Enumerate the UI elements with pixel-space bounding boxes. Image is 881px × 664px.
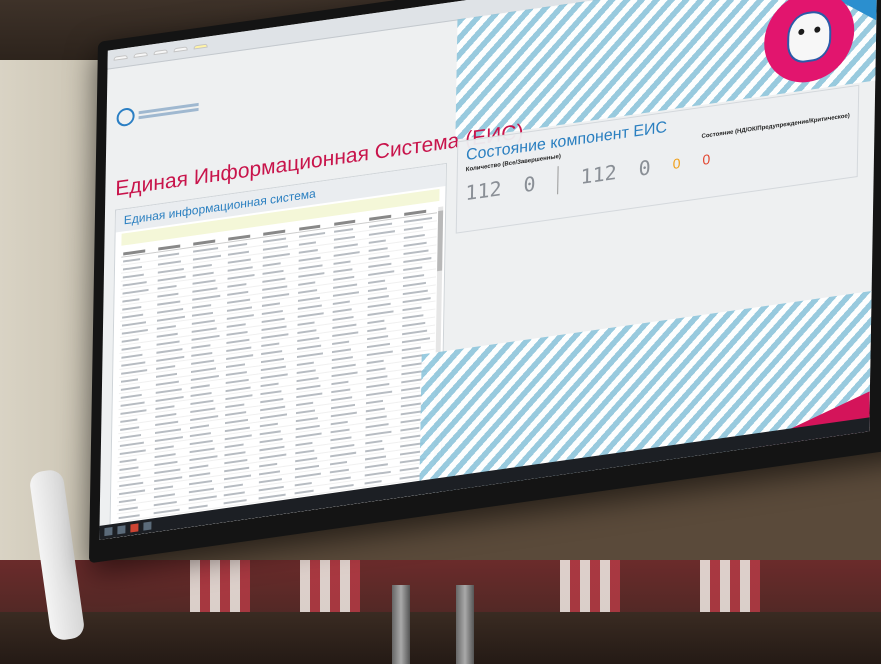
taskbar-app-icon[interactable] — [117, 525, 126, 535]
total-count: 112 — [465, 176, 502, 206]
table — [0, 612, 881, 664]
browser-tab[interactable] — [113, 54, 128, 61]
browser-tab[interactable] — [133, 51, 148, 58]
scroll-thumb[interactable] — [437, 210, 444, 272]
critical-count: 0 — [702, 150, 711, 168]
taskbar-app-icon[interactable] — [130, 523, 139, 533]
screen: ? ▣ ⧉ × Единая Информационная Система (Е… — [99, 0, 878, 540]
decorative-stripes — [419, 291, 872, 495]
browser-tab[interactable] — [173, 46, 188, 53]
logo-icon — [116, 106, 135, 128]
logo-text — [138, 101, 199, 121]
completed-count: 0 — [523, 171, 536, 198]
warning-count: 0 — [672, 154, 681, 173]
browser-tab[interactable] — [153, 49, 168, 56]
org-logo — [116, 98, 199, 128]
state-nd-count: 112 — [580, 159, 617, 190]
start-icon[interactable] — [104, 527, 113, 537]
monitor-stand — [456, 585, 474, 664]
browser-tab-active[interactable] — [193, 43, 208, 50]
monitor-stand — [392, 585, 410, 664]
monitor: ? ▣ ⧉ × Единая Информационная Система (Е… — [88, 0, 881, 564]
mascot-face — [786, 8, 832, 65]
divider — [557, 166, 559, 195]
taskbar-app-icon[interactable] — [143, 521, 152, 531]
state-ok-count: 0 — [638, 155, 651, 181]
